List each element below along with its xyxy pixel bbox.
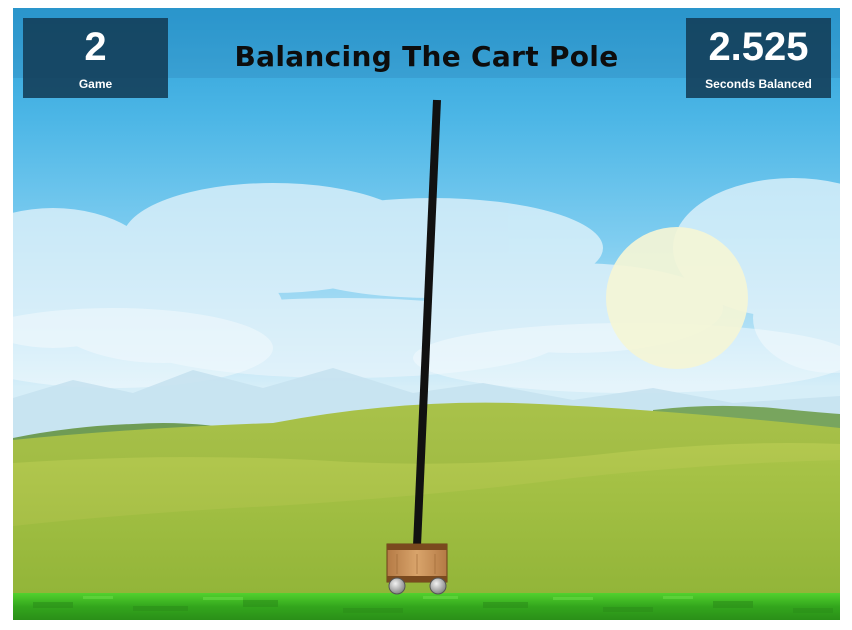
game-counter-panel: 2 Game [23, 18, 168, 98]
seconds-balanced-label: Seconds Balanced [705, 77, 812, 91]
game-number-label: Game [78, 77, 113, 91]
seconds-balanced-panel: 2.525 Seconds Balanced [686, 18, 831, 98]
game-number: 2 [84, 25, 107, 69]
game-stage[interactable]: Balancing The Cart Pole 2 Game 2.525 Sec… [13, 8, 840, 620]
sun-icon [606, 227, 748, 369]
seconds-balanced-value: 2.525 [708, 25, 809, 69]
game-scene [13, 99, 840, 620]
